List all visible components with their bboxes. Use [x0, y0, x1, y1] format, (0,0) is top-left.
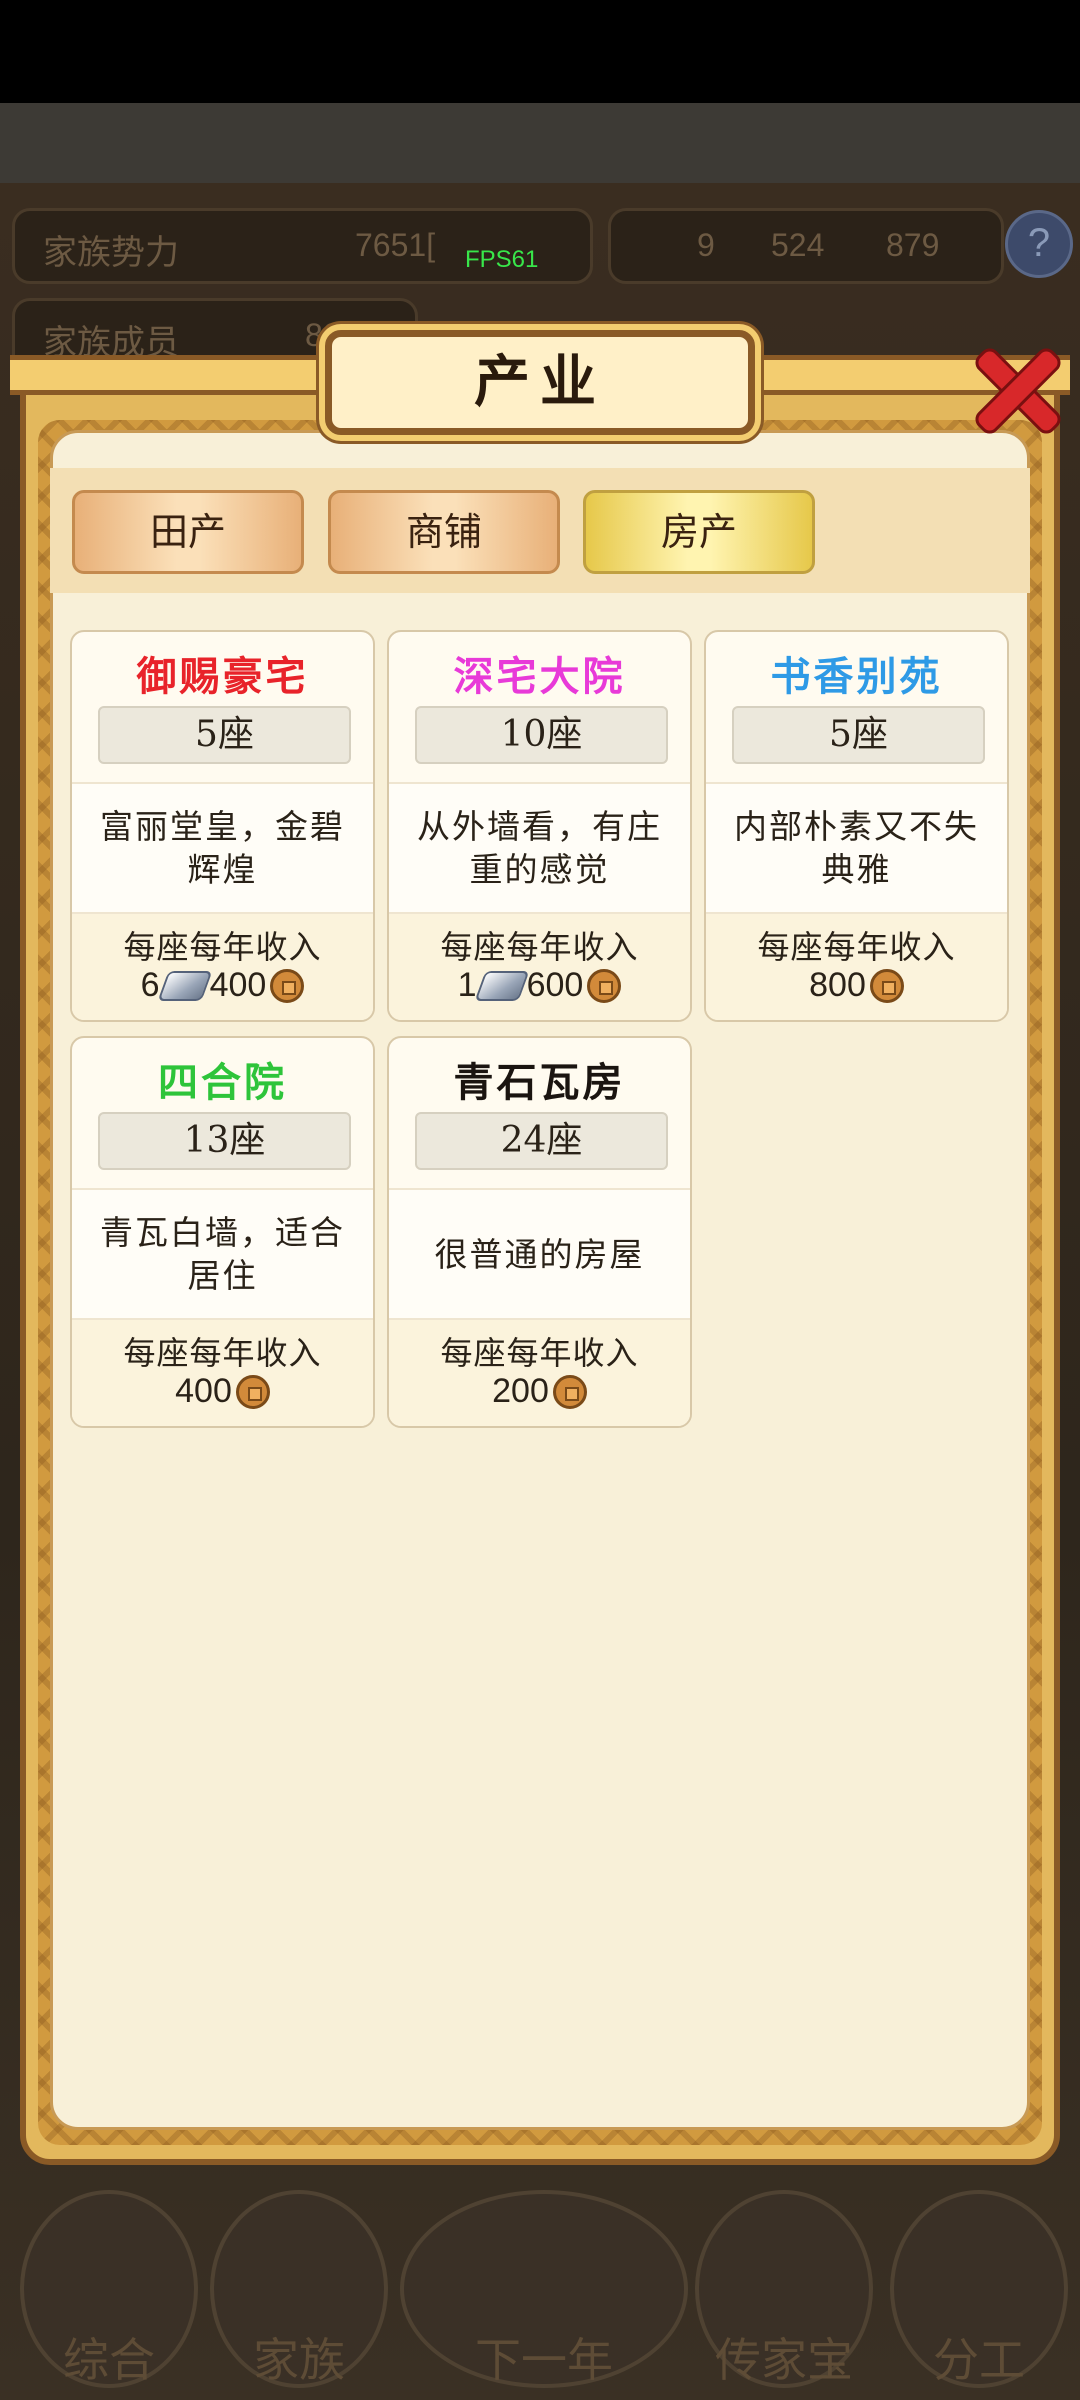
property-name: 书香别苑 [770, 653, 943, 700]
copper-coin-icon [270, 968, 305, 1003]
property-description: 富丽堂皇，金碧辉煌 [72, 782, 373, 914]
silver-ingot-icon [474, 970, 530, 1001]
property-description: 从外墙看，有庄重的感觉 [389, 782, 690, 914]
copper-coin-icon [552, 1374, 587, 1409]
coin-amount: 400 [209, 966, 267, 1004]
tab-houses[interactable]: 房产 [583, 490, 815, 574]
tab-shops[interactable]: 商铺 [328, 490, 560, 574]
family-power-value: 7651[ [355, 227, 436, 263]
close-button[interactable] [955, 330, 1065, 440]
income-values: 200 [389, 1372, 690, 1411]
property-name: 御赐豪宅 [136, 653, 309, 700]
nav-family-label: 家族 [253, 2333, 345, 2387]
tab-farmland[interactable]: 田产 [72, 490, 304, 574]
nav-next-year-label: 下一年 [475, 2333, 613, 2387]
silver-amount: 1 [457, 966, 477, 1004]
income-values: 800 [706, 966, 1007, 1005]
question-mark-icon: ? [1027, 221, 1051, 265]
income-box: 每座每年收入 400 [72, 1320, 373, 1426]
property-name: 青石瓦房 [453, 1059, 626, 1106]
property-description: 内部朴素又不失典雅 [706, 782, 1007, 914]
bottom-nav: 综合 家族 下一年 传家宝 分工 [0, 2170, 1080, 2400]
property-count: 24座 [415, 1112, 668, 1170]
coin-amount: 400 [175, 1372, 232, 1410]
silver-ingot-icon [157, 970, 213, 1001]
income-values: 6 400 [72, 966, 373, 1005]
nav-division[interactable]: 分工 [890, 2190, 1068, 2388]
income-box: 每座每年收入 1 600 [389, 914, 690, 1020]
status-bar [0, 0, 1080, 103]
income-label: 每座每年收入 [440, 1334, 639, 1372]
gold-count: 9 [697, 227, 715, 263]
copper-coin-icon [587, 968, 622, 1003]
property-count: 5座 [732, 706, 985, 764]
income-values: 400 [72, 1372, 373, 1411]
property-count: 13座 [98, 1112, 351, 1170]
silver-count: 524 [771, 227, 825, 263]
income-label: 每座每年收入 [123, 928, 322, 966]
income-box: 每座每年收入 200 [389, 1320, 690, 1426]
property-card[interactable]: 四合院 13座 青瓦白墙，适合居住 每座每年收入 400 [70, 1036, 375, 1428]
help-button[interactable]: ? [1005, 210, 1073, 278]
nav-next-year[interactable]: 下一年 [400, 2190, 688, 2388]
property-name: 四合院 [158, 1059, 287, 1106]
property-card[interactable]: 书香别苑 5座 内部朴素又不失典雅 每座每年收入 800 [704, 630, 1009, 1022]
nav-family[interactable]: 家族 [210, 2190, 388, 2388]
property-name: 深宅大院 [453, 653, 626, 700]
coin-amount: 600 [526, 966, 584, 1004]
property-count: 10座 [415, 706, 668, 764]
family-power-label: 家族势力 [43, 233, 179, 273]
coin-amount: 200 [492, 1372, 549, 1410]
fps-counter: FPS61 [465, 246, 539, 273]
property-card[interactable]: 深宅大院 10座 从外墙看，有庄重的感觉 每座每年收入 1 600 [387, 630, 692, 1022]
income-box: 每座每年收入 800 [706, 914, 1007, 1020]
property-card[interactable]: 御赐豪宅 5座富丽堂皇，金碧辉煌每座每年收入 6 400 [70, 630, 375, 1022]
income-label: 每座每年收入 [123, 1334, 322, 1372]
property-description: 青瓦白墙，适合居住 [72, 1188, 373, 1320]
property-description: 很普通的房屋 [389, 1188, 690, 1320]
nav-heirloom-label: 传家宝 [715, 2333, 853, 2387]
income-values: 1 600 [389, 966, 690, 1005]
coin-count: 879 [886, 227, 940, 263]
income-box: 每座每年收入 6 400 [72, 914, 373, 1020]
silver-amount: 6 [140, 966, 160, 1004]
income-label: 每座每年收入 [757, 928, 956, 966]
nav-division-label: 分工 [933, 2333, 1025, 2387]
copper-coin-icon [235, 1374, 270, 1409]
copper-coin-icon [869, 968, 904, 1003]
coin-amount: 800 [809, 966, 866, 1004]
modal-title: 产业 [474, 349, 606, 415]
income-label: 每座每年收入 [440, 928, 639, 966]
nav-general[interactable]: 综合 [20, 2190, 198, 2388]
title-plate: 产业 [325, 330, 755, 435]
nav-general-label: 综合 [63, 2333, 155, 2387]
property-count: 5座 [98, 706, 351, 764]
property-card[interactable]: 青石瓦房 24座 很普通的房屋 每座每年收入 200 [387, 1036, 692, 1428]
nav-heirloom[interactable]: 传家宝 [695, 2190, 873, 2388]
currency-bar: 9 524 879 [608, 208, 1004, 284]
top-strip [0, 103, 1080, 183]
